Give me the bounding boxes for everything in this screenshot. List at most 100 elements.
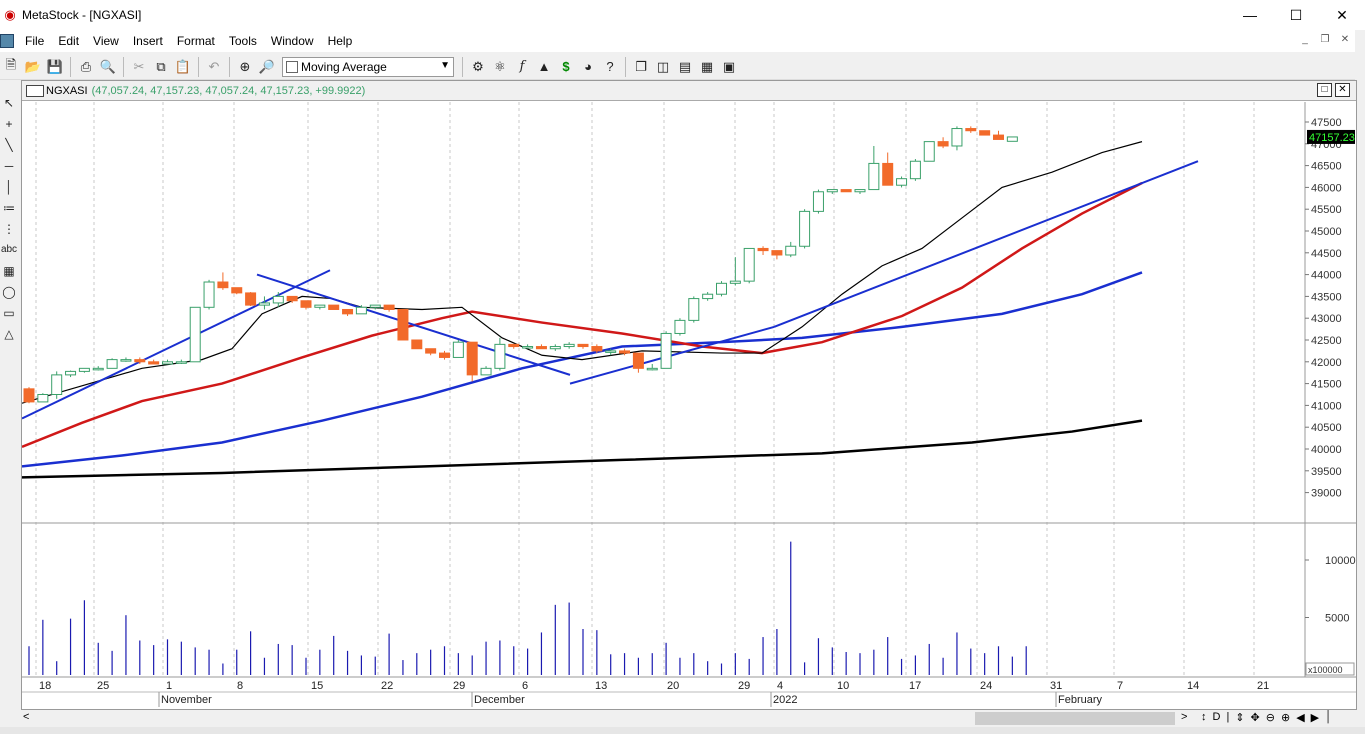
ma-200-line: [22, 419, 1143, 479]
save-icon[interactable]: 💾: [44, 56, 66, 78]
triangle-icon[interactable]: △: [1, 323, 17, 344]
trendline[interactable]: [22, 269, 331, 420]
ellipse-icon[interactable]: ◯: [1, 281, 17, 302]
last-bar-icon[interactable]: ▶: [1311, 711, 1319, 724]
chevron-down-icon[interactable]: ▼: [440, 60, 450, 71]
close-button[interactable]: ✕: [1319, 0, 1365, 30]
maximize-button[interactable]: ☐: [1273, 0, 1319, 30]
candle-body: [923, 141, 935, 162]
expand-icon[interactable]: ↕: [1201, 711, 1207, 724]
horizontal-line-icon[interactable]: ─: [1, 155, 17, 176]
system-tester-icon[interactable]: ⚛: [489, 56, 511, 78]
binoculars-icon[interactable]: ◕: [577, 56, 599, 78]
compress-icon[interactable]: D: [1213, 711, 1221, 724]
help-icon[interactable]: ?: [599, 56, 621, 78]
menu-help[interactable]: Help: [321, 34, 360, 48]
trendline[interactable]: [256, 273, 571, 376]
explorer-icon[interactable]: ▲: [533, 56, 555, 78]
toolbar-divider: [70, 56, 71, 77]
date-tick-label: 10: [837, 680, 849, 692]
crosshair-icon[interactable]: ⊕: [234, 56, 256, 78]
candle-body: [854, 189, 866, 193]
fit-icon[interactable]: │: [1325, 711, 1332, 724]
indicator-builder-icon[interactable]: f: [511, 56, 533, 78]
candle-body: [632, 352, 644, 369]
menu-tools[interactable]: Tools: [222, 34, 264, 48]
print-preview-icon[interactable]: 🔍: [97, 56, 119, 78]
mdi-minimize-button[interactable]: _: [1297, 33, 1313, 47]
scroll-left-icon[interactable]: <: [23, 711, 29, 723]
price-tick-label: 45000: [1311, 226, 1342, 238]
price-tick-label: 46000: [1311, 182, 1342, 194]
horizontal-scrollbar[interactable]: < > ↕ D | ⇕ ✥ ⊖ ⊕ ◀ ▶ │: [21, 710, 1357, 727]
menu-format[interactable]: Format: [170, 34, 222, 48]
menu-window[interactable]: Window: [264, 34, 321, 48]
candle-body: [660, 332, 672, 369]
zoom-in-icon[interactable]: ⊕: [1281, 711, 1290, 724]
cycle-lines-icon[interactable]: ⋮: [1, 218, 17, 239]
ma-100-line: [22, 271, 1143, 468]
pointer-icon[interactable]: ↖: [1, 92, 17, 113]
grid-tool-icon[interactable]: ▦: [1, 260, 17, 281]
chart-maximize-button[interactable]: □: [1317, 83, 1332, 97]
candle-body: [508, 343, 520, 348]
candle-body: [217, 281, 229, 289]
open-folder-icon[interactable]: 📂: [22, 56, 44, 78]
cascade-icon[interactable]: ❐: [630, 56, 652, 78]
price-chart[interactable]: 39000 39500 40000 40500 41000 41500 42000 42500…: [22, 102, 1356, 710]
status-bar: [0, 727, 1365, 734]
move-icon[interactable]: ✥: [1251, 711, 1260, 724]
tile-vertical-icon[interactable]: ◫: [652, 56, 674, 78]
tile-horizontal-icon[interactable]: ▤: [674, 56, 696, 78]
candle-body: [452, 341, 464, 358]
indicator-select-value: Moving Average: [301, 59, 387, 74]
menu-edit[interactable]: Edit: [51, 34, 86, 48]
candle-body: [771, 250, 783, 256]
zoom-icon[interactable]: 🔎: [256, 56, 278, 78]
chart-close-button[interactable]: ✕: [1335, 83, 1350, 97]
mdi-restore-button[interactable]: ❐: [1317, 33, 1333, 47]
mdi-close-button[interactable]: ✕: [1337, 33, 1353, 47]
undo-icon[interactable]: ↶: [203, 56, 225, 78]
candle-body: [577, 343, 589, 348]
tile-grid-icon[interactable]: ▦: [696, 56, 718, 78]
scroll-thumb[interactable]: [975, 712, 1175, 725]
crosshair-tool-icon[interactable]: +: [1, 113, 17, 134]
menu-insert[interactable]: Insert: [126, 34, 170, 48]
menu-file[interactable]: File: [18, 34, 51, 48]
candle-body: [65, 370, 77, 376]
print-icon[interactable]: ⎙: [75, 56, 97, 78]
rectangle-icon[interactable]: ▭: [1, 302, 17, 323]
zoom-out-icon[interactable]: ⊖: [1266, 711, 1275, 724]
new-icon[interactable]: 🗎: [0, 56, 22, 78]
text-tool-icon[interactable]: abc: [1, 239, 17, 260]
copy-icon[interactable]: ⧉: [150, 56, 172, 78]
expert-advisor-icon[interactable]: ⚙: [467, 56, 489, 78]
trendline-icon[interactable]: ╲: [1, 134, 17, 155]
toolbar-divider: [625, 56, 626, 77]
candle-body: [646, 367, 658, 371]
fibonacci-icon[interactable]: ≔: [1, 197, 17, 218]
dollar-icon[interactable]: $: [555, 56, 577, 78]
candle-body: [383, 304, 395, 310]
paste-icon[interactable]: 📋: [172, 56, 194, 78]
candle-body: [937, 141, 949, 147]
scroll-right-icon[interactable]: >: [1181, 711, 1187, 723]
chart-icon: [26, 84, 44, 97]
cut-icon[interactable]: ✂: [128, 56, 150, 78]
ohlc-values: (47,057.24, 47,157.23, 47,057.24, 47,157…: [91, 84, 366, 97]
price-tick-label: 43500: [1311, 291, 1342, 303]
indicator-select[interactable]: Moving Average ▼: [282, 56, 454, 77]
document-icon[interactable]: [0, 34, 14, 48]
layout-icon[interactable]: ▣: [718, 56, 740, 78]
trendline[interactable]: [569, 325, 775, 385]
menu-view[interactable]: View: [86, 34, 126, 48]
vertical-move-icon[interactable]: ⇕: [1235, 711, 1244, 724]
first-bar-icon[interactable]: ◀: [1296, 711, 1304, 724]
vertical-line-icon[interactable]: │: [1, 176, 17, 197]
minimize-button[interactable]: —: [1227, 0, 1273, 30]
menu-bar: File Edit View Insert Format Tools Windo…: [0, 30, 1365, 52]
candle-body: [466, 341, 478, 376]
trendline[interactable]: [773, 160, 1199, 328]
candle-body: [812, 191, 824, 212]
